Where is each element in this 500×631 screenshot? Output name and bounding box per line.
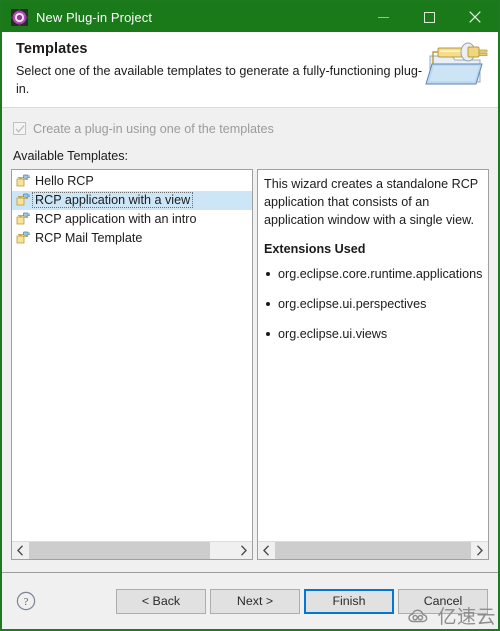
templates-list: Hello RCP RCP application with a view RC… <box>12 170 252 248</box>
plugin-folder-icon <box>424 34 492 90</box>
scroll-thumb[interactable] <box>275 542 471 559</box>
list-item-label: Hello RCP <box>35 174 94 189</box>
chevron-left-icon <box>263 545 270 556</box>
close-icon <box>469 11 481 23</box>
page-title: Templates <box>16 41 88 57</box>
plugin-icon <box>16 174 30 187</box>
minimize-icon <box>377 16 389 18</box>
scroll-thumb[interactable] <box>29 542 211 559</box>
title-bar: New Plug-in Project <box>2 2 498 32</box>
list-item[interactable]: RCP Mail Template <box>12 229 252 248</box>
window-controls <box>360 2 498 32</box>
scroll-left-button[interactable] <box>12 542 29 559</box>
extension-item: org.eclipse.ui.perspectives <box>264 295 484 313</box>
checkmark-icon <box>15 124 24 133</box>
template-description-pane: This wizard creates a standalone RCP app… <box>257 168 489 560</box>
wizard-body: Create a plug-in using one of the templa… <box>2 107 498 572</box>
templates-list-pane: Hello RCP RCP application with a view RC… <box>11 168 253 560</box>
minimize-button[interactable] <box>360 2 406 32</box>
chevron-left-icon <box>17 545 24 556</box>
list-item-label: RCP application with a view <box>31 192 194 209</box>
chevron-right-icon <box>240 545 247 556</box>
maximize-button[interactable] <box>406 2 452 32</box>
close-button[interactable] <box>452 2 498 32</box>
dialog-footer: ? < Back Next > Finish Cancel 亿速云 <box>2 572 498 629</box>
template-panes: Hello RCP RCP application with a view RC… <box>11 168 489 572</box>
list-item[interactable]: Hello RCP <box>12 172 252 191</box>
chevron-right-icon <box>476 545 483 556</box>
plugin-icon <box>16 231 30 244</box>
list-item[interactable]: RCP application with a view <box>12 190 252 210</box>
svg-text:?: ? <box>24 596 29 608</box>
help-icon[interactable]: ? <box>16 591 36 611</box>
extensions-list: org.eclipse.core.runtime.applications or… <box>264 265 484 343</box>
wizard-dialog-window: New Plug-in Project Templates Select one… <box>0 0 500 631</box>
next-button[interactable]: Next > <box>210 588 300 614</box>
scroll-left-button[interactable] <box>258 542 275 559</box>
scroll-track[interactable] <box>275 542 471 559</box>
plugin-icon <box>16 212 30 225</box>
template-description: This wizard creates a standalone RCP app… <box>258 170 488 343</box>
window-title: New Plug-in Project <box>36 9 153 25</box>
plugin-icon <box>16 193 30 206</box>
wizard-header: Templates Select one of the available te… <box>2 32 498 108</box>
list-item-label: RCP Mail Template <box>35 231 143 246</box>
create-plugin-checkbox-label: Create a plug-in using one of the templa… <box>33 121 274 136</box>
list-item[interactable]: RCP application with an intro <box>12 210 252 229</box>
extension-item: org.eclipse.ui.views <box>264 325 484 343</box>
templates-list-viewport: Hello RCP RCP application with a view RC… <box>12 170 252 541</box>
template-description-viewport: This wizard creates a standalone RCP app… <box>258 170 488 541</box>
description-hscrollbar[interactable] <box>258 541 488 559</box>
maximize-icon <box>423 11 435 23</box>
available-templates-label: Available Templates: <box>13 148 129 163</box>
extension-item: org.eclipse.core.runtime.applications <box>264 265 484 283</box>
extensions-heading: Extensions Used <box>264 241 366 256</box>
create-plugin-checkbox[interactable] <box>13 122 26 136</box>
description-text: This wizard creates a standalone RCP app… <box>264 176 478 227</box>
page-description: Select one of the available templates to… <box>16 64 423 96</box>
back-button[interactable]: < Back <box>116 588 206 614</box>
scroll-right-button[interactable] <box>235 542 252 559</box>
scroll-track[interactable] <box>29 542 235 559</box>
plugin-gear-icon <box>11 8 28 26</box>
dialog-buttons: < Back Next > Finish Cancel <box>116 588 488 614</box>
cancel-button[interactable]: Cancel <box>398 588 488 614</box>
create-plugin-checkbox-row[interactable]: Create a plug-in using one of the templa… <box>13 120 489 138</box>
scroll-right-button[interactable] <box>471 542 488 559</box>
list-item-label: RCP application with an intro <box>35 212 197 227</box>
templates-list-hscrollbar[interactable] <box>12 541 252 559</box>
finish-button[interactable]: Finish <box>304 588 394 614</box>
